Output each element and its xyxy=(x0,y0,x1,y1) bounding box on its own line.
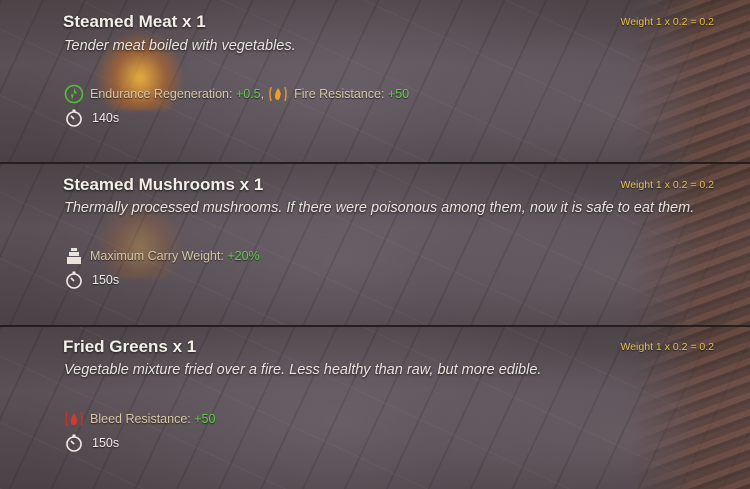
effect-label: Fire Resistance: xyxy=(294,87,385,101)
item-tooltip-fried-greens: Fried Greens x 1 Weight 1 x 0.2 = 0.2 Ve… xyxy=(0,327,750,489)
effect-value: +0.5 xyxy=(235,87,261,101)
effect-label: Endurance Regeneration: xyxy=(90,87,233,101)
effect-value: +50 xyxy=(194,412,216,426)
item-weight: Weight 1 x 0.2 = 0.2 xyxy=(620,16,715,28)
effect-label: Maximum Carry Weight: xyxy=(90,249,224,263)
endurance-regeneration-icon xyxy=(64,84,84,104)
item-tooltip-steamed-meat: Steamed Meat x 1 Weight 1 x 0.2 = 0.2 Te… xyxy=(0,0,750,162)
effects-list: Maximum Carry Weight: +20% xyxy=(64,246,260,266)
item-description: Thermally processed mushrooms. If there … xyxy=(64,200,695,216)
effect-value: +20% xyxy=(227,249,260,263)
item-weight: Weight 1 x 0.2 = 0.2 xyxy=(620,341,715,353)
effects-list: Endurance Regeneration: +0.5, Fire Resis… xyxy=(64,84,409,104)
item-description: Tender meat boiled with vegetables. xyxy=(64,38,296,54)
duration: 150s xyxy=(64,433,119,453)
carry-weight-icon xyxy=(64,246,84,266)
item-weight: Weight 1 x 0.2 = 0.2 xyxy=(620,179,715,191)
effect-value: +50 xyxy=(387,87,410,101)
stopwatch-icon xyxy=(64,108,84,128)
item-description: Vegetable mixture fried over a fire. Les… xyxy=(64,362,542,378)
stopwatch-icon xyxy=(64,270,84,290)
item-title: Fried Greens x 1 xyxy=(63,337,197,356)
duration: 140s xyxy=(64,108,119,128)
effect-label: Bleed Resistance: xyxy=(90,412,191,426)
fire-resistance-icon xyxy=(268,84,288,104)
duration-value: 140s xyxy=(92,111,120,125)
bleed-resistance-icon xyxy=(64,409,84,429)
duration-value: 150s xyxy=(92,436,120,450)
item-title: Steamed Mushrooms x 1 xyxy=(63,175,264,194)
duration-value: 150s xyxy=(92,273,120,287)
effects-list: Bleed Resistance: +50 xyxy=(64,409,215,429)
item-tooltip-steamed-mushrooms: Steamed Mushrooms x 1 Weight 1 x 0.2 = 0… xyxy=(0,164,750,325)
stopwatch-icon xyxy=(64,433,84,453)
item-title: Steamed Meat x 1 xyxy=(63,12,206,31)
duration: 150s xyxy=(64,270,119,290)
